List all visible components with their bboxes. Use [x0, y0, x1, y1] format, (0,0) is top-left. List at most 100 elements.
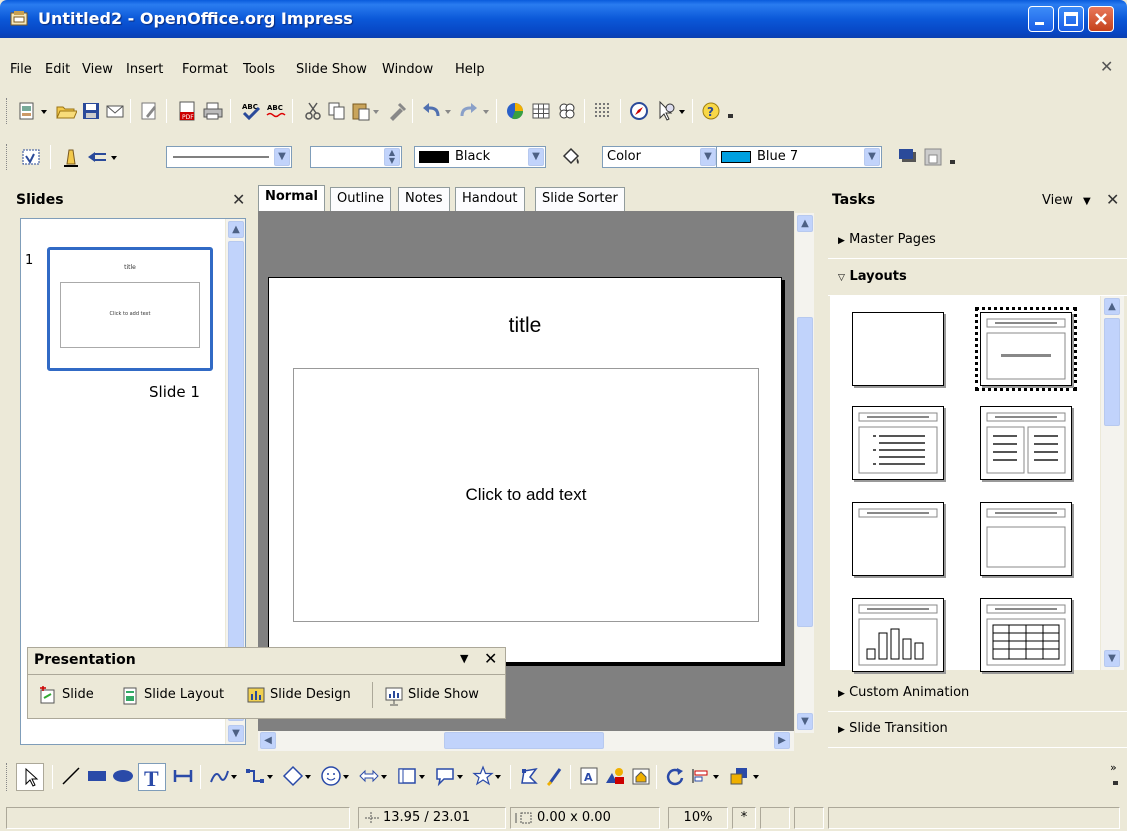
open-folder-icon[interactable]: [55, 100, 78, 122]
close-toolbar-icon[interactable]: ✕: [484, 649, 497, 668]
slide-layout-button[interactable]: Slide Layout: [120, 684, 224, 708]
clone-formatting-icon[interactable]: [386, 100, 408, 122]
email-document-icon[interactable]: [104, 100, 126, 122]
grid-icon[interactable]: [592, 100, 614, 122]
chevron-down-icon[interactable]: ▼: [528, 148, 544, 166]
navigator-icon[interactable]: [628, 100, 650, 122]
slide-thumbnail[interactable]: title Click to add text: [47, 247, 213, 371]
slide-design-button[interactable]: Slide Design: [246, 684, 351, 708]
chevron-down-icon[interactable]: ▼: [274, 148, 290, 166]
menu-insert[interactable]: Insert: [126, 57, 163, 83]
edit-points-icon[interactable]: [518, 765, 540, 787]
task-section-slide-transition[interactable]: ▶ Slide Transition: [828, 712, 1127, 748]
scroll-thumb[interactable]: [797, 317, 813, 627]
new-slide-button[interactable]: Slide: [38, 684, 94, 708]
close-tasks-pane-icon[interactable]: ✕: [1106, 190, 1119, 209]
paste-icon[interactable]: [350, 100, 372, 122]
menu-help[interactable]: Help: [455, 57, 485, 83]
spellcheck-icon[interactable]: ABC: [240, 100, 262, 122]
rectangle-tool-icon[interactable]: [86, 765, 108, 787]
scroll-down-icon[interactable]: ▼: [228, 725, 244, 742]
scroll-left-icon[interactable]: ◀: [260, 732, 276, 749]
object-properties-icon[interactable]: [20, 146, 42, 168]
undo-icon[interactable]: [420, 100, 442, 122]
layout-centered-text[interactable]: [980, 502, 1072, 576]
scroll-up-icon[interactable]: ▲: [1104, 298, 1120, 315]
chart-icon[interactable]: [504, 100, 526, 122]
minimize-button[interactable]: [1028, 6, 1054, 32]
editor-horizontal-scrollbar[interactable]: ◀ ▶: [258, 731, 794, 751]
arrange-dropdown-icon[interactable]: [752, 765, 774, 787]
editor-vertical-scrollbar[interactable]: ▲ ▼: [794, 213, 814, 733]
spin-button-icon[interactable]: ▲ ▼: [384, 148, 400, 166]
table-icon[interactable]: [530, 100, 552, 122]
toolbar-grip[interactable]: [6, 763, 9, 791]
chevron-down-icon[interactable]: ▼: [864, 148, 880, 166]
layout-title-two-columns[interactable]: [980, 406, 1072, 480]
slide-canvas[interactable]: title Click to add text: [268, 277, 782, 663]
toolbar-overflow-icon[interactable]: [948, 146, 970, 168]
slide-show-button[interactable]: Slide Show: [384, 684, 479, 708]
title-bar[interactable]: Untitled2 - OpenOffice.org Impress: [0, 0, 1127, 38]
line-icon[interactable]: [60, 146, 82, 168]
tab-handout[interactable]: Handout: [455, 187, 525, 211]
new-document-icon[interactable]: [16, 100, 38, 122]
glue-points-icon[interactable]: [544, 765, 566, 787]
edit-file-icon[interactable]: [138, 100, 160, 122]
redo-icon[interactable]: [458, 100, 480, 122]
tab-normal[interactable]: Normal: [258, 185, 325, 213]
line-tool-icon[interactable]: [60, 765, 82, 787]
fontwork-gallery-icon[interactable]: [630, 765, 652, 787]
curve-tool-icon[interactable]: [208, 765, 230, 787]
chevron-down-icon[interactable]: ▼: [700, 148, 716, 166]
autospellcheck-icon[interactable]: ABC: [265, 100, 287, 122]
menu-file[interactable]: File: [10, 57, 32, 83]
presentation-toolbar[interactable]: Presentation ▼ ✕ Slide Slide Layout Slid…: [27, 647, 506, 719]
export-pdf-icon[interactable]: PDF: [176, 100, 198, 122]
dimension-line-icon[interactable]: [172, 765, 194, 787]
arrow-style-dropdown-icon[interactable]: [110, 146, 132, 168]
tab-slide-sorter[interactable]: Slide Sorter: [535, 187, 625, 211]
tab-notes[interactable]: Notes: [398, 187, 450, 211]
copy-icon[interactable]: [326, 100, 348, 122]
scroll-thumb[interactable]: [1104, 318, 1120, 426]
basic-shapes-icon[interactable]: [282, 765, 304, 787]
slide-body-placeholder[interactable]: Click to add text: [293, 368, 759, 622]
insert-image-icon[interactable]: [604, 765, 626, 787]
menu-view[interactable]: View: [82, 57, 113, 83]
line-color-select[interactable]: Black ▼: [414, 146, 546, 168]
toolbar-grip[interactable]: [6, 98, 9, 124]
scroll-right-icon[interactable]: ▶: [774, 732, 790, 749]
arrow-style-icon[interactable]: [86, 146, 108, 168]
status-selection-mode[interactable]: [760, 807, 790, 829]
save-icon[interactable]: [80, 100, 102, 122]
impress-app-icon[interactable]: [10, 10, 30, 28]
layout-title-only[interactable]: [852, 502, 944, 576]
slide-title[interactable]: title: [269, 314, 781, 338]
line-style-select[interactable]: ▼: [166, 146, 292, 168]
scroll-down-icon[interactable]: ▼: [797, 713, 813, 730]
crop-picture-icon[interactable]: [922, 146, 944, 168]
layout-title-chart[interactable]: [852, 598, 944, 672]
area-style-select[interactable]: Color ▼: [602, 146, 718, 168]
close-slides-pane-icon[interactable]: ✕: [232, 190, 245, 209]
maximize-button[interactable]: [1058, 6, 1084, 32]
print-icon[interactable]: [202, 100, 224, 122]
layout-title-table[interactable]: [980, 598, 1072, 672]
close-button[interactable]: [1088, 6, 1114, 32]
menu-tools[interactable]: Tools: [243, 57, 275, 83]
tab-outline[interactable]: Outline: [330, 187, 392, 211]
menu-slide-show[interactable]: Slide Show: [296, 57, 367, 83]
ellipse-tool-icon[interactable]: [112, 765, 134, 787]
menu-window[interactable]: Window: [382, 57, 433, 83]
layout-title-bullets[interactable]: [852, 406, 944, 480]
status-zoom[interactable]: 10%: [668, 807, 728, 829]
symbol-shapes-icon[interactable]: [320, 765, 342, 787]
layout-blank[interactable]: [852, 312, 944, 386]
task-section-master-pages[interactable]: ▶ Master Pages: [828, 223, 1127, 259]
text-tool-icon[interactable]: T: [138, 763, 166, 791]
scroll-up-icon[interactable]: ▲: [228, 221, 244, 238]
task-section-layouts[interactable]: ▽ Layouts: [828, 260, 1127, 296]
cut-icon[interactable]: [302, 100, 324, 122]
help-icon[interactable]: ?: [700, 100, 722, 122]
